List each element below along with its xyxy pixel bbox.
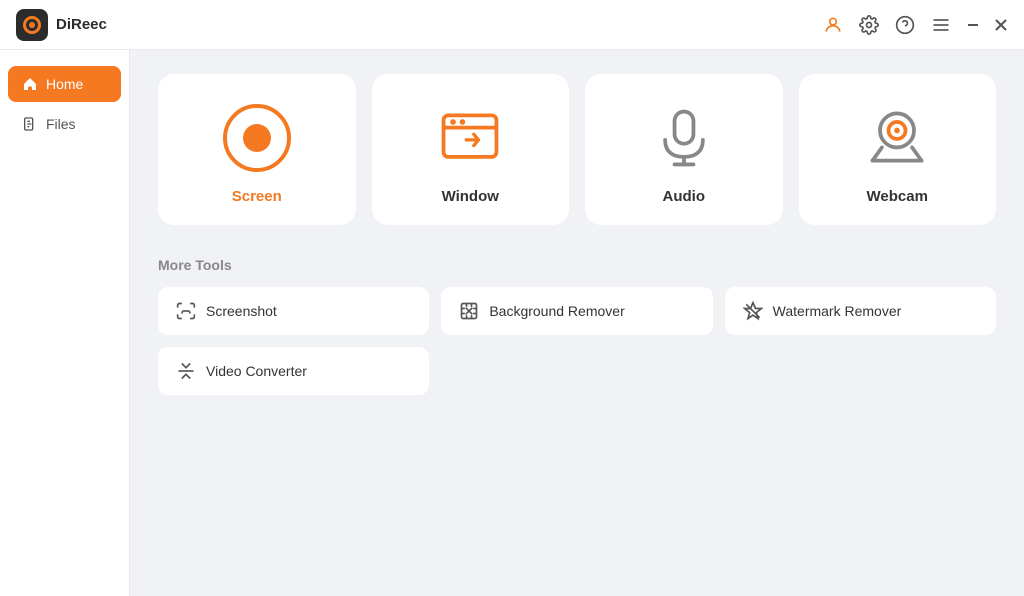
card-webcam[interactable]: Webcam	[799, 74, 997, 225]
card-audio[interactable]: Audio	[585, 74, 783, 225]
menu-icon[interactable]	[930, 14, 952, 36]
sidebar-item-home[interactable]: Home	[8, 66, 121, 102]
title-bar: DiReec	[0, 0, 1024, 50]
background-remover-icon	[459, 301, 479, 321]
screen-card-label: Screen	[232, 188, 282, 205]
more-tools-title: More Tools	[158, 257, 996, 273]
webcam-card-label: Webcam	[867, 188, 928, 205]
audio-card-label: Audio	[663, 188, 706, 205]
title-bar-controls	[822, 14, 1008, 36]
sidebar-item-files[interactable]: Files	[8, 106, 121, 142]
screen-card-icon	[221, 102, 293, 174]
tool-background-remover[interactable]: Background Remover	[441, 287, 712, 335]
app-logo: DiReec	[16, 9, 107, 41]
tool-watermark-remover[interactable]: Watermark Remover	[725, 287, 996, 335]
window-card-label: Window	[442, 188, 499, 205]
video-converter-label: Video Converter	[206, 363, 307, 379]
sidebar: Home Files	[0, 50, 130, 596]
main-content: Screen Window	[130, 50, 1024, 596]
logo-circle	[23, 16, 41, 34]
audio-card-icon	[648, 102, 720, 174]
account-icon[interactable]	[822, 14, 844, 36]
card-screen[interactable]: Screen	[158, 74, 356, 225]
tools-grid: Screenshot Background Remover	[158, 287, 996, 395]
sidebar-home-label: Home	[46, 76, 83, 92]
home-icon	[22, 76, 38, 92]
webcam-card-icon	[861, 102, 933, 174]
tool-screenshot[interactable]: Screenshot	[158, 287, 429, 335]
app-name: DiReec	[56, 16, 107, 33]
settings-icon[interactable]	[858, 14, 880, 36]
tool-video-converter[interactable]: Video Converter	[158, 347, 429, 395]
logo-dot	[29, 22, 35, 28]
logo-icon	[16, 9, 48, 41]
minimize-button[interactable]	[966, 18, 980, 32]
screen-inner-circle	[243, 124, 271, 152]
watermark-remover-label: Watermark Remover	[773, 303, 902, 319]
screen-outer-circle	[223, 104, 291, 172]
watermark-remover-icon	[743, 301, 763, 321]
screenshot-label: Screenshot	[206, 303, 277, 319]
video-converter-icon	[176, 361, 196, 381]
more-tools-section: More Tools Screenshot	[158, 257, 996, 395]
sidebar-files-label: Files	[46, 116, 76, 132]
window-card-icon	[434, 102, 506, 174]
help-icon[interactable]	[894, 14, 916, 36]
screenshot-icon	[176, 301, 196, 321]
card-window[interactable]: Window	[372, 74, 570, 225]
files-icon	[22, 116, 38, 132]
app-body: Home Files Screen	[0, 50, 1024, 596]
close-button[interactable]	[994, 18, 1008, 32]
recording-cards: Screen Window	[158, 74, 996, 225]
background-remover-label: Background Remover	[489, 303, 624, 319]
